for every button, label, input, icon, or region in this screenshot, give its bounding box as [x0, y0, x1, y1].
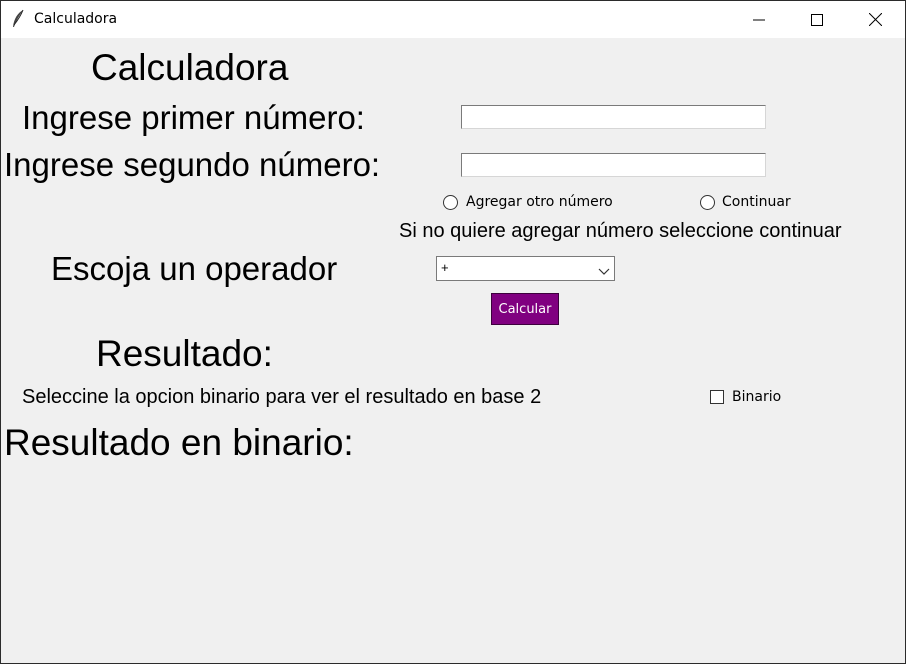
binary-result-label: Resultado en binario: [4, 422, 354, 463]
operator-select[interactable]: + [436, 256, 615, 281]
window-title: Calculadora [34, 11, 118, 27]
page-title: Calculadora [91, 47, 289, 88]
close-icon [868, 13, 882, 26]
continue-radio-label[interactable]: Continuar [722, 194, 791, 210]
binary-checkbox-label[interactable]: Binario [732, 389, 781, 405]
second-number-input[interactable] [461, 153, 766, 177]
calculate-button[interactable]: Calcular [491, 293, 559, 325]
minimize-button[interactable] [730, 1, 788, 38]
binary-hint-text: Seleccine la opcion binario para ver el … [22, 386, 542, 408]
operator-selected-value: + [441, 260, 449, 275]
second-number-label: Ingrese segundo número: [4, 146, 381, 183]
minimize-icon [753, 14, 765, 26]
add-number-radio[interactable] [443, 195, 458, 210]
continue-radio[interactable] [700, 195, 715, 210]
title-bar: Calculadora [1, 1, 905, 38]
first-number-label: Ingrese primer número: [22, 99, 365, 136]
feather-icon [11, 9, 25, 29]
operator-label: Escoja un operador [51, 250, 338, 287]
binary-checkbox[interactable] [710, 390, 724, 404]
first-number-input[interactable] [461, 105, 766, 129]
hint-text: Si no quiere agregar número seleccione c… [399, 220, 842, 242]
maximize-icon [811, 13, 823, 26]
result-label: Resultado: [96, 333, 273, 374]
app-window: Calculadora Calculadora Ingrese primer n… [0, 0, 906, 664]
maximize-button[interactable] [788, 1, 846, 38]
chevron-down-icon [598, 263, 610, 281]
add-number-radio-label[interactable]: Agregar otro número [466, 194, 613, 210]
close-button[interactable] [846, 1, 904, 38]
